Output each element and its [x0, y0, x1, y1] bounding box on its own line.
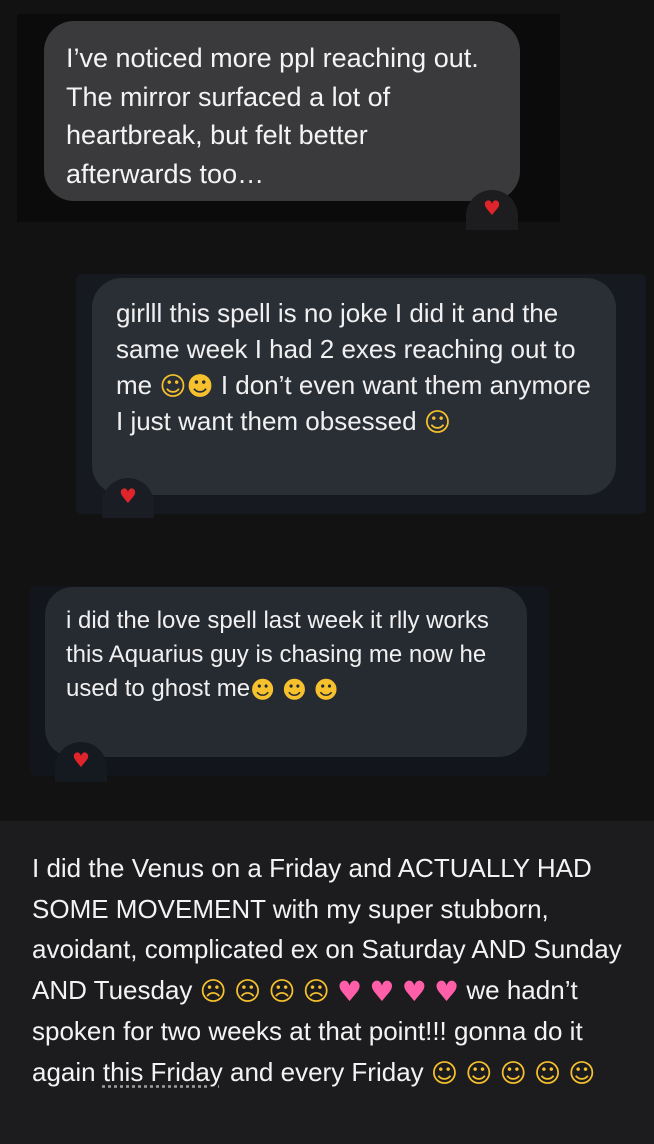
- message-text-4: I did the Venus on a Friday and ACTUALLY…: [32, 848, 632, 1092]
- message-text-2: girlll this spell is no joke I did it an…: [116, 295, 592, 439]
- red-heart-icon: ♥: [119, 484, 137, 508]
- data-detector-link[interactable]: this Friday: [103, 1057, 223, 1087]
- loudly-crying-face-icon: ☹: [302, 977, 330, 1008]
- growing-heart-icon: ♥: [369, 975, 395, 1009]
- loudly-crying-face-icon: ☹: [268, 977, 296, 1008]
- zany-face-icon: ☺: [423, 408, 451, 439]
- smiling-face-with-hearts-icon: ☺: [465, 1058, 493, 1089]
- face-with-tears-of-joy-icon: ☻: [250, 675, 276, 704]
- red-heart-icon: ♥: [483, 196, 501, 220]
- grinning-face-with-sweat-icon: ☺: [430, 1058, 459, 1089]
- red-heart-icon: ♥: [72, 748, 90, 772]
- message-text-4-part3: and every Friday: [230, 1056, 424, 1087]
- message-bubble-2[interactable]: girlll this spell is no joke I did it an…: [92, 278, 616, 495]
- face-with-tears-of-joy-icon: ☻: [313, 675, 339, 704]
- loudly-crying-face-icon: ☹: [199, 977, 227, 1008]
- loudly-crying-face-icon: ☹: [233, 977, 262, 1008]
- rolling-on-floor-laughing-icon: ☺: [159, 372, 187, 403]
- message-bubble-3[interactable]: i did the love spell last week it rlly w…: [45, 587, 527, 757]
- smiling-face-with-hearts-icon: ☺: [568, 1058, 596, 1089]
- message-text-1: I’ve noticed more ppl reaching out. The …: [66, 43, 479, 189]
- message-text-3-body: i did the love spell last week it rlly w…: [66, 607, 489, 702]
- face-with-tears-of-joy-icon: ☻: [186, 372, 214, 403]
- growing-heart-icon: ♥: [434, 975, 460, 1009]
- face-with-tears-of-joy-icon: ☻: [281, 675, 307, 704]
- smiling-face-with-hearts-icon: ☺: [499, 1058, 527, 1089]
- growing-heart-icon: ♥: [401, 975, 427, 1009]
- message-bubble-1[interactable]: I’ve noticed more ppl reaching out. The …: [44, 21, 520, 201]
- growing-heart-icon: ♥: [337, 975, 363, 1009]
- smiling-face-with-hearts-icon: ☺: [533, 1058, 562, 1089]
- message-text-3: i did the love spell last week it rlly w…: [66, 604, 506, 706]
